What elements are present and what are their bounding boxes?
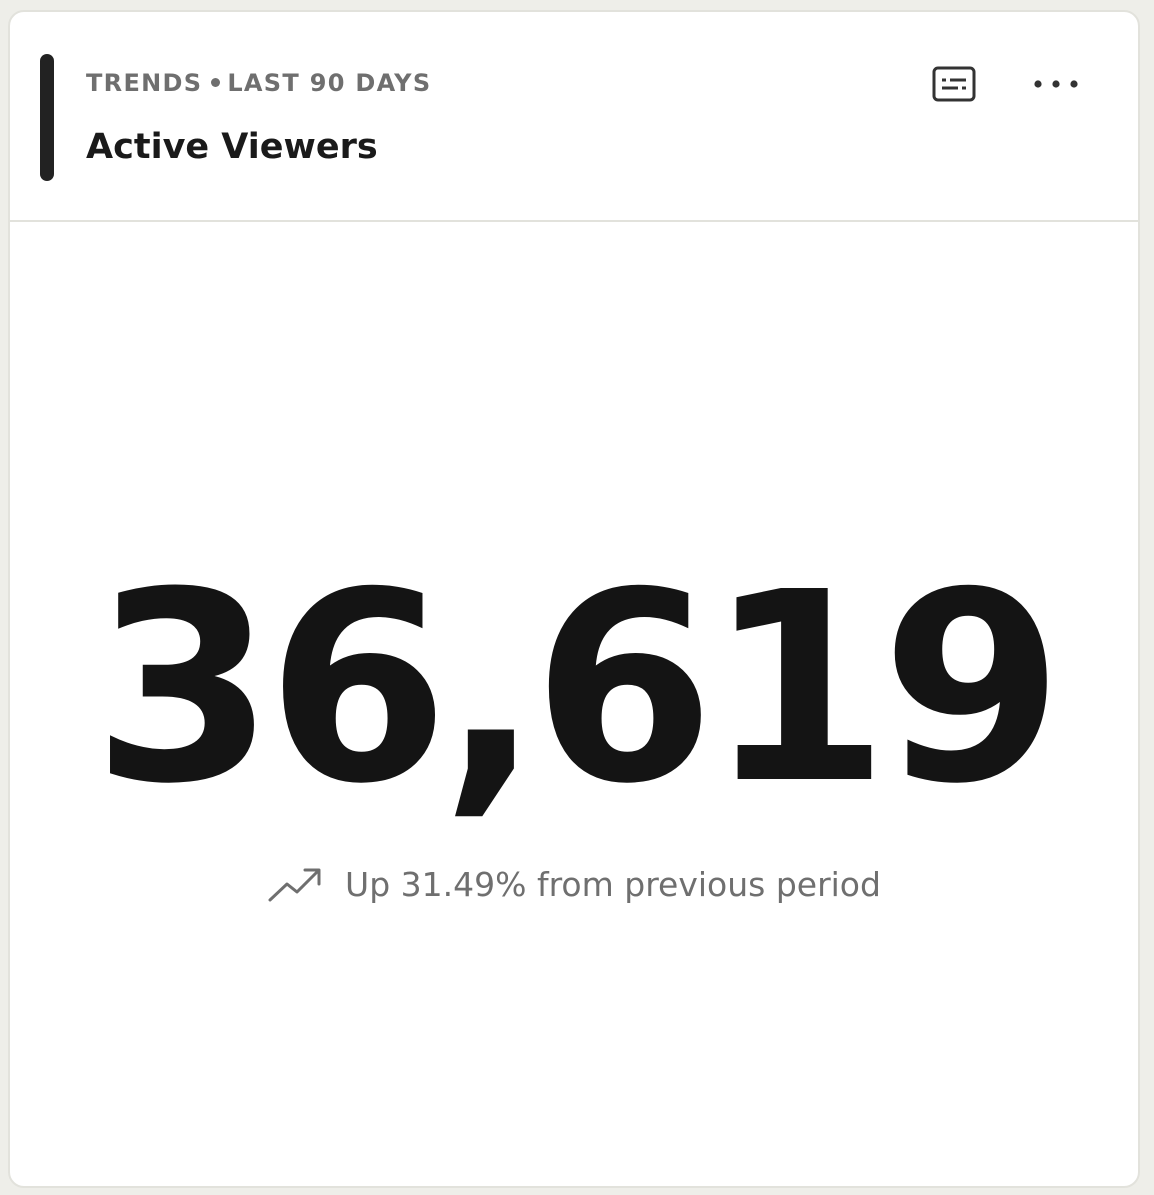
eyebrow-range: LAST 90 DAYS	[227, 69, 432, 97]
caption-icon	[932, 66, 976, 102]
trend-summary: Up 31.49% from previous period	[10, 864, 1138, 904]
card-eyebrow: TRENDS LAST 90 DAYS	[86, 66, 431, 100]
more-options-button[interactable]	[1026, 60, 1086, 108]
eyebrow-type: TRENDS	[86, 69, 203, 97]
card-title: Active Viewers	[86, 127, 378, 167]
separator-dot	[211, 77, 221, 87]
caption-button[interactable]	[924, 60, 984, 108]
trend-text: Up 31.49% from previous period	[345, 864, 881, 904]
metric-value: 36,619	[92, 536, 1063, 841]
more-horizontal-icon	[1034, 80, 1078, 88]
accent-bar	[40, 54, 54, 181]
metric-card: TRENDS LAST 90 DAYS Active Viewers 36,619	[8, 10, 1140, 1188]
card-header: TRENDS LAST 90 DAYS Active Viewers	[10, 12, 1138, 222]
trending-up-icon	[268, 868, 321, 902]
